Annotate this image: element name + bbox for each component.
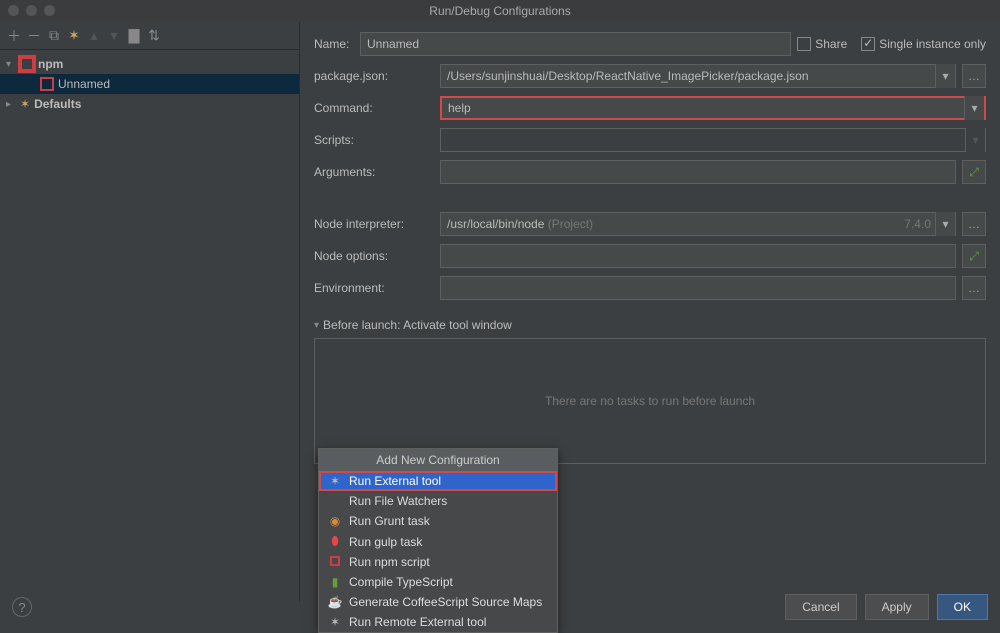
node-interpreter-label: Node interpreter: bbox=[314, 217, 434, 231]
name-label: Name: bbox=[314, 37, 354, 51]
dropdown-icon[interactable]: ▾ bbox=[964, 96, 984, 120]
remove-icon[interactable]: － bbox=[26, 28, 42, 44]
share-checkbox[interactable]: Share bbox=[797, 37, 847, 51]
wrench-icon: ✶ bbox=[20, 97, 30, 111]
remote-tool-icon: ✶ bbox=[327, 615, 343, 629]
popup-compile-typescript[interactable]: ▮ Compile TypeScript bbox=[319, 572, 557, 592]
gulp-icon: ⬮ bbox=[327, 534, 343, 549]
help-button[interactable]: ? bbox=[12, 597, 32, 617]
dropdown-icon: ▾ bbox=[965, 128, 985, 152]
popup-title: Add New Configuration bbox=[319, 449, 557, 471]
node-options-label: Node options: bbox=[314, 249, 434, 263]
minimize-dot[interactable] bbox=[26, 5, 37, 16]
arguments-input[interactable] bbox=[440, 160, 956, 184]
environment-input[interactable] bbox=[440, 276, 956, 300]
name-input[interactable]: Unnamed bbox=[360, 32, 791, 56]
expand-button[interactable]: ⤢ bbox=[962, 160, 986, 184]
config-tree: npm Unnamed ✶ Defaults bbox=[0, 50, 299, 602]
tree-group-defaults[interactable]: ✶ Defaults bbox=[0, 94, 299, 114]
tool-icon: ✶ bbox=[327, 474, 343, 488]
package-label: package.json: bbox=[314, 69, 434, 83]
popup-run-external-tool[interactable]: ✶ Run External tool bbox=[319, 471, 557, 491]
scripts-label: Scripts: bbox=[314, 133, 434, 147]
package-input[interactable]: /Users/sunjinshuai/Desktop/ReactNative_I… bbox=[440, 64, 956, 88]
command-label: Command: bbox=[314, 101, 434, 115]
popup-run-file-watchers[interactable]: Run File Watchers bbox=[319, 491, 557, 511]
tree-label: Unnamed bbox=[58, 77, 110, 91]
add-icon[interactable]: ＋ bbox=[6, 28, 22, 44]
command-select[interactable]: help ▾ bbox=[440, 96, 986, 120]
popup-run-npm[interactable]: Run npm script bbox=[319, 552, 557, 572]
node-options-input[interactable] bbox=[440, 244, 956, 268]
expand-icon[interactable] bbox=[6, 59, 16, 70]
sort-icon[interactable]: ⇅ bbox=[146, 28, 162, 44]
dropdown-icon[interactable]: ▾ bbox=[935, 64, 955, 88]
config-sidebar: ＋ － ⧉ ✶ ▴ ▾ ▇ ⇅ npm Unnamed ✶ Defaults bbox=[0, 22, 300, 602]
tree-group-npm[interactable]: npm bbox=[0, 54, 299, 74]
before-launch-header[interactable]: Before launch: Activate tool window bbox=[314, 318, 986, 332]
cancel-button[interactable]: Cancel bbox=[785, 594, 856, 620]
mac-traffic-lights bbox=[8, 5, 55, 16]
dropdown-icon[interactable]: ▾ bbox=[935, 212, 955, 236]
browse-button[interactable]: … bbox=[962, 276, 986, 300]
checkbox-icon bbox=[797, 37, 811, 51]
environment-label: Environment: bbox=[314, 281, 434, 295]
checkbox-icon bbox=[861, 37, 875, 51]
scripts-select: ▾ bbox=[440, 128, 986, 152]
typescript-icon: ▮ bbox=[327, 575, 343, 589]
expand-button[interactable]: ⤢ bbox=[962, 244, 986, 268]
node-interpreter-select[interactable]: /usr/local/bin/node (Project) 7.4.0 ▾ bbox=[440, 212, 956, 236]
window-titlebar: Run/Debug Configurations bbox=[0, 0, 1000, 22]
popup-run-grunt[interactable]: ◉ Run Grunt task bbox=[319, 511, 557, 531]
before-launch-tasks: There are no tasks to run before launch bbox=[314, 338, 986, 464]
tree-label: npm bbox=[38, 57, 63, 71]
npm-icon bbox=[327, 555, 343, 569]
coffee-icon: ☕ bbox=[327, 595, 343, 609]
save-template-icon[interactable]: ✶ bbox=[66, 28, 82, 44]
move-up-icon[interactable]: ▴ bbox=[86, 28, 102, 44]
add-config-popup: Add New Configuration ✶ Run External too… bbox=[318, 448, 558, 633]
sidebar-toolbar: ＋ － ⧉ ✶ ▴ ▾ ▇ ⇅ bbox=[0, 22, 299, 50]
apply-button[interactable]: Apply bbox=[865, 594, 929, 620]
move-down-icon[interactable]: ▾ bbox=[106, 28, 122, 44]
tree-item-unnamed[interactable]: Unnamed bbox=[0, 74, 299, 94]
close-dot[interactable] bbox=[8, 5, 19, 16]
npm-icon bbox=[20, 57, 34, 71]
browse-button[interactable]: … bbox=[962, 212, 986, 236]
single-instance-checkbox[interactable]: Single instance only bbox=[861, 37, 986, 51]
copy-icon[interactable]: ⧉ bbox=[46, 28, 62, 44]
ok-button[interactable]: OK bbox=[937, 594, 988, 620]
browse-button[interactable]: … bbox=[962, 64, 986, 88]
window-title: Run/Debug Configurations bbox=[429, 4, 570, 18]
popup-run-gulp[interactable]: ⬮ Run gulp task bbox=[319, 531, 557, 552]
folder-icon[interactable]: ▇ bbox=[126, 28, 142, 44]
grunt-icon: ◉ bbox=[327, 514, 343, 528]
npm-icon bbox=[40, 77, 54, 91]
expand-icon[interactable] bbox=[6, 99, 16, 110]
popup-generate-coffeescript[interactable]: ☕ Generate CoffeeScript Source Maps bbox=[319, 592, 557, 612]
tree-label: Defaults bbox=[34, 97, 81, 111]
zoom-dot[interactable] bbox=[44, 5, 55, 16]
popup-run-remote-external[interactable]: ✶ Run Remote External tool bbox=[319, 612, 557, 632]
arguments-label: Arguments: bbox=[314, 165, 434, 179]
